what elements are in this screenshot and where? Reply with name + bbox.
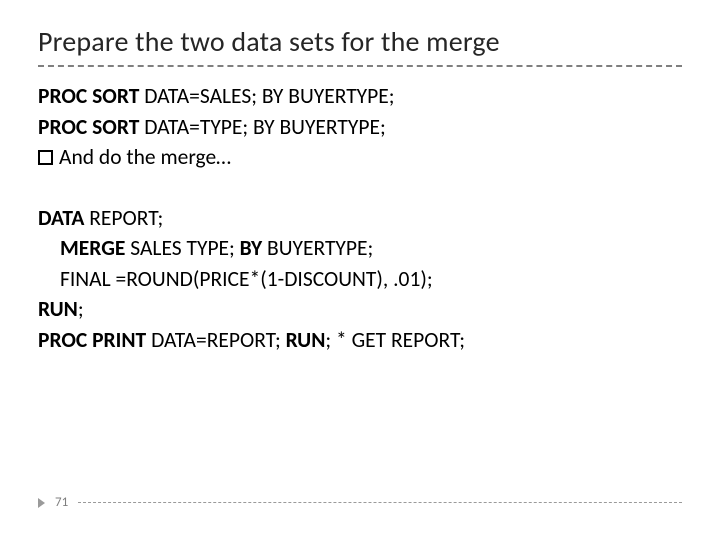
spacer: [38, 173, 682, 203]
code-line: PROC SORT DATA=SALES; BY BUYERTYPE;: [38, 81, 682, 112]
code-line: DATA REPORT;: [38, 203, 682, 234]
code-line: FINAL =ROUND(PRICE*(1-DISCOUNT), .01);: [38, 264, 682, 295]
code-text: DATA=REPORT;: [151, 327, 286, 353]
code-text: REPORT;: [89, 205, 163, 231]
kw-merge: MERGE: [60, 235, 130, 261]
code-text: DATA=SALES; BY BUYERTYPE;: [144, 83, 394, 109]
bullet-line: And do the merge…: [38, 142, 682, 173]
kw-run: RUN: [286, 327, 326, 353]
code-text: ; * GET REPORT;: [325, 327, 465, 353]
code-text: DATA=TYPE; BY BUYERTYPE;: [144, 114, 385, 140]
slide-footer: 71: [38, 495, 682, 510]
kw-data: DATA: [38, 205, 89, 231]
code-text: SALES TYPE;: [130, 235, 239, 261]
slide-body: PROC SORT DATA=SALES; BY BUYERTYPE; PROC…: [38, 67, 682, 355]
code-line: PROC PRINT DATA=REPORT; RUN; * GET REPOR…: [38, 325, 682, 356]
code-text: BUYERTYPE;: [267, 235, 373, 261]
triangle-icon: [38, 498, 45, 508]
code-text: ;: [78, 296, 84, 322]
code-line: RUN;: [38, 294, 682, 325]
slide-title: Prepare the two data sets for the merge: [38, 24, 682, 67]
kw-proc-sort: PROC SORT: [38, 83, 144, 109]
kw-run: RUN: [38, 296, 78, 322]
kw-proc-sort: PROC SORT: [38, 114, 144, 140]
code-line: PROC SORT DATA=TYPE; BY BUYERTYPE;: [38, 112, 682, 143]
bullet-text: And do the merge…: [59, 142, 231, 173]
footer-divider: [78, 502, 682, 503]
kw-proc-print: PROC PRINT: [38, 327, 151, 353]
square-bullet-icon: [38, 150, 53, 165]
code-line: MERGE SALES TYPE; BY BUYERTYPE;: [38, 233, 682, 264]
page-number: 71: [55, 495, 68, 510]
kw-by: BY: [240, 235, 267, 261]
